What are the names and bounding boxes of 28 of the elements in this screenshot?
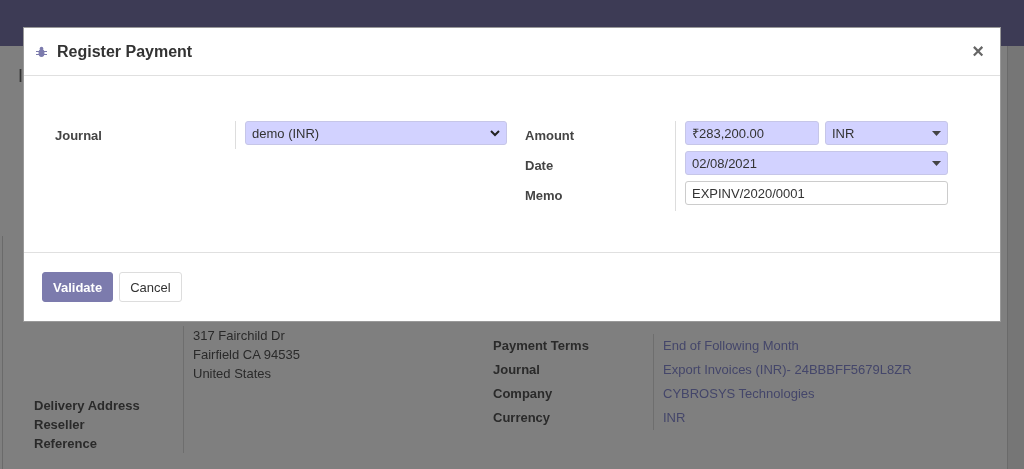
- field-label: Delivery Address: [34, 397, 141, 415]
- field-label: Memo: [525, 187, 564, 205]
- scrollbar[interactable]: [1007, 46, 1024, 469]
- field-label: Date: [525, 157, 555, 175]
- field-label: Journal: [493, 361, 541, 379]
- field-label: Amount: [525, 127, 576, 145]
- journal-select[interactable]: demo (INR): [245, 121, 507, 145]
- address-line: Fairfield CA 94535: [193, 346, 301, 364]
- chevron-down-icon: [490, 129, 500, 137]
- bug-icon: [36, 45, 47, 58]
- validate-button[interactable]: Validate: [42, 272, 114, 302]
- address-line: 317 Fairchild Dr: [193, 327, 286, 345]
- caret-icon: [932, 160, 941, 166]
- field-label: Payment Terms: [493, 337, 590, 355]
- close-button[interactable]: ×: [968, 40, 988, 63]
- address-line: United States: [193, 365, 273, 383]
- amount-field[interactable]: ₹283,200.00: [685, 121, 819, 145]
- date-field[interactable]: 02/08/2021: [685, 151, 948, 175]
- currency-select[interactable]: INR: [825, 121, 948, 145]
- field-label: Reseller: [34, 416, 86, 434]
- caret-icon: [932, 130, 941, 136]
- cancel-button[interactable]: Cancel: [119, 272, 182, 302]
- field-label: Currency: [493, 409, 552, 427]
- memo-field[interactable]: EXPINV/2020/0001: [685, 181, 948, 205]
- dialog-title: Register Payment: [57, 42, 194, 61]
- field-label: Journal: [55, 127, 103, 145]
- field-label: Company: [493, 385, 554, 403]
- field-label: Reference: [34, 435, 98, 453]
